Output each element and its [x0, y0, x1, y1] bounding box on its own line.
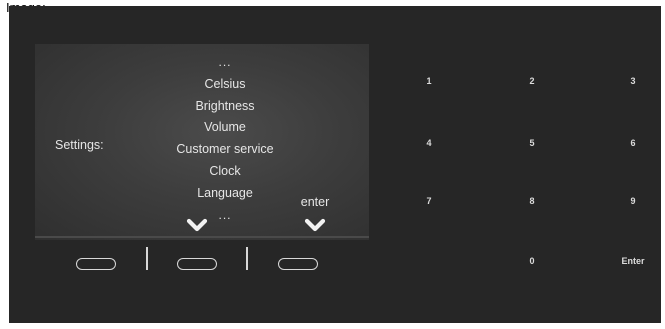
key-enter-button[interactable]: Enter: [603, 255, 661, 267]
key-7-button[interactable]: 7: [399, 195, 459, 207]
softkey-separator: [246, 247, 248, 270]
device-panel: Settings: ... Celsius Brightness Volume …: [9, 6, 661, 323]
menu-item-brightness[interactable]: Brightness: [130, 96, 320, 118]
softkey-right-button[interactable]: [278, 258, 318, 270]
key-2-button[interactable]: 2: [502, 75, 562, 87]
settings-label: Settings:: [55, 138, 104, 152]
key-9-button[interactable]: 9: [603, 195, 661, 207]
key-6-button[interactable]: 6: [603, 137, 661, 149]
key-3-button[interactable]: 3: [603, 75, 661, 87]
menu-item-celsius[interactable]: Celsius: [130, 74, 320, 96]
menu-item-customer-service[interactable]: Customer service: [130, 139, 320, 161]
menu-item-volume[interactable]: Volume: [130, 117, 320, 139]
key-1-button[interactable]: 1: [399, 75, 459, 87]
key-0-button[interactable]: 0: [502, 255, 562, 267]
enter-chevron-icon: [304, 218, 326, 232]
softkey-left-button[interactable]: [76, 258, 116, 270]
softkey-middle-button[interactable]: [177, 258, 217, 270]
menu-more-above: ...: [218, 55, 232, 69]
chevron-down-icon: [186, 218, 208, 232]
key-4-button[interactable]: 4: [399, 137, 459, 149]
menu-item-clock[interactable]: Clock: [130, 161, 320, 183]
key-8-button[interactable]: 8: [502, 195, 562, 207]
key-5-button[interactable]: 5: [502, 137, 562, 149]
display-screen: Settings: ... Celsius Brightness Volume …: [35, 44, 369, 240]
screen-bottom-edge: [35, 236, 369, 238]
softkey-separator: [146, 247, 148, 270]
enter-label: enter: [300, 195, 330, 209]
